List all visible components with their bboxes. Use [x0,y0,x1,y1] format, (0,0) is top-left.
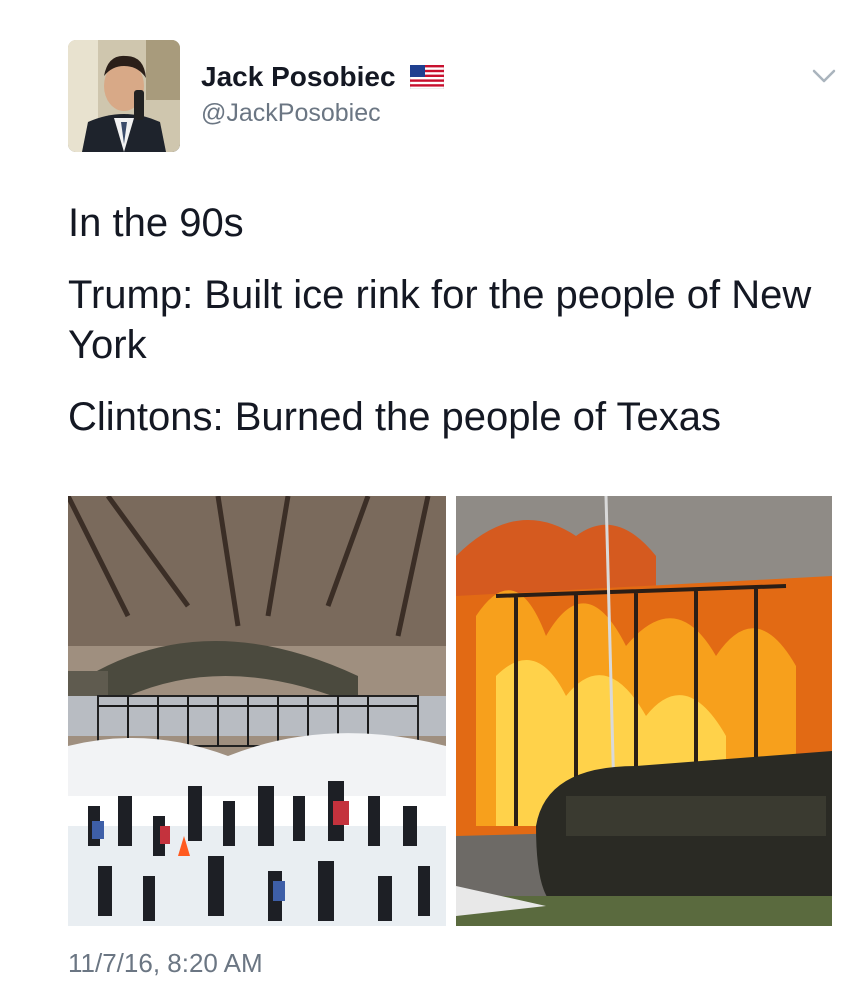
us-flag-icon [410,65,445,89]
tweet-text: In the 90s Trump: Built ice rink for the… [68,198,828,464]
photo-fire[interactable] [456,496,832,926]
photo-ice-rink[interactable] [68,496,446,926]
tweet-line: Clintons: Burned the people of Texas [68,395,722,439]
display-name[interactable]: Jack Posobiec [201,60,396,94]
chevron-down-icon[interactable] [810,66,838,86]
timestamp[interactable]: 11/7/16, 8:20 AM [68,948,263,979]
avatar[interactable] [68,40,180,152]
tweet-header: Jack Posobiec @JackPosobiec [68,40,838,152]
burning-building-image [456,496,832,926]
handle[interactable]: @JackPosobiec [201,99,444,128]
ice-rink-image [68,496,446,926]
author-block: Jack Posobiec @JackPosobiec [201,60,445,128]
tweet-line: Trump: Built ice rink for the people of … [68,273,812,367]
avatar-image [68,40,180,152]
tweet-line: In the 90s [68,201,244,245]
